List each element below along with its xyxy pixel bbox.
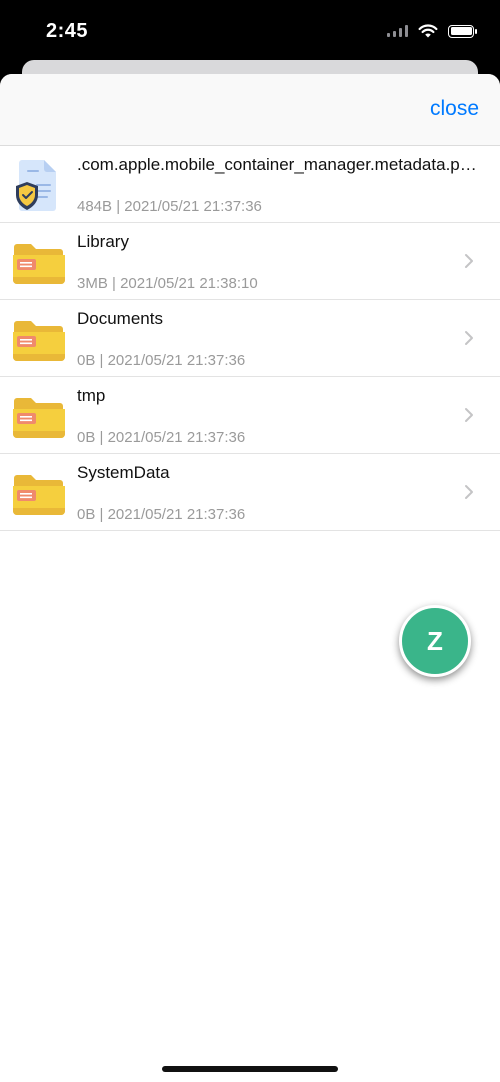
secure-document-icon bbox=[16, 160, 56, 211]
folder-icon bbox=[13, 475, 65, 515]
folder-meta: 0B | 2021/05/21 21:37:36 bbox=[77, 506, 246, 523]
status-bar: 2:45 bbox=[0, 0, 500, 64]
file-browser-sheet: close .com.apple.mobile_container_manage… bbox=[0, 74, 500, 1082]
file-row[interactable]: .com.apple.mobile_container_manager.meta… bbox=[0, 146, 500, 223]
wifi-icon bbox=[418, 24, 438, 38]
status-icons bbox=[387, 24, 477, 38]
floating-action-button[interactable]: Z bbox=[399, 605, 471, 677]
status-time: 2:45 bbox=[46, 20, 89, 42]
folder-icon bbox=[13, 398, 65, 438]
file-name: .com.apple.mobile_container_manager.meta… bbox=[77, 155, 477, 174]
notch bbox=[116, 0, 386, 40]
folder-icon bbox=[13, 244, 65, 284]
folder-meta: 0B | 2021/05/21 21:37:36 bbox=[77, 352, 246, 369]
chevron-right-icon bbox=[465, 331, 473, 345]
folder-row[interactable]: Documents 0B | 2021/05/21 21:37:36 bbox=[0, 300, 500, 377]
folder-row[interactable]: tmp 0B | 2021/05/21 21:37:36 bbox=[0, 377, 500, 454]
home-indicator[interactable] bbox=[162, 1066, 338, 1072]
chevron-right-icon bbox=[465, 485, 473, 499]
folder-name: Library bbox=[77, 232, 129, 251]
folder-meta: 0B | 2021/05/21 21:37:36 bbox=[77, 429, 246, 446]
folder-row[interactable]: Library 3MB | 2021/05/21 21:38:10 bbox=[0, 223, 500, 300]
cellular-signal-icon bbox=[387, 25, 408, 37]
folder-name: SystemData bbox=[77, 463, 170, 482]
battery-icon bbox=[448, 24, 477, 38]
chevron-right-icon bbox=[465, 254, 473, 268]
navigation-bar: close bbox=[0, 74, 500, 146]
folder-meta: 3MB | 2021/05/21 21:38:10 bbox=[77, 275, 258, 292]
file-list: .com.apple.mobile_container_manager.meta… bbox=[0, 146, 500, 531]
folder-row[interactable]: SystemData 0B | 2021/05/21 21:37:36 bbox=[0, 454, 500, 531]
folder-name: tmp bbox=[77, 386, 106, 405]
folder-name: Documents bbox=[77, 309, 163, 328]
close-button[interactable]: close bbox=[430, 97, 479, 121]
file-meta: 484B | 2021/05/21 21:37:36 bbox=[77, 198, 262, 215]
folder-icon bbox=[13, 321, 65, 361]
chevron-right-icon bbox=[465, 408, 473, 422]
